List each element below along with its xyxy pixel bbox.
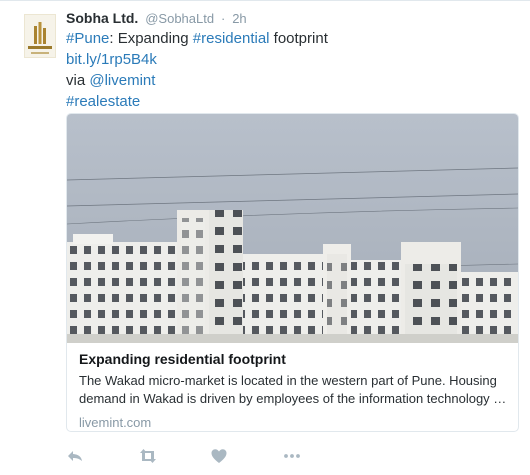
card-body: Expanding residential footprint The Waka…	[79, 350, 509, 431]
link-card[interactable]: Expanding residential footprint The Waka…	[66, 113, 519, 432]
tweet: Sobha Ltd. @SobhaLtd · 2h #Pune: Expandi…	[0, 0, 530, 475]
heart-icon	[211, 449, 227, 463]
hashtag-pune[interactable]: #Pune	[66, 30, 109, 47]
mention-livemint[interactable]: @livemint	[89, 72, 155, 89]
sobha-logo-icon	[34, 22, 46, 44]
separator: ·	[220, 11, 226, 26]
tweet-line-1: #Pune: Expanding #residential footprint	[66, 28, 328, 49]
more-button[interactable]	[282, 447, 302, 467]
text-expanding: Expanding	[113, 30, 193, 47]
retweet-icon	[140, 449, 156, 463]
text-footprint: footprint	[269, 30, 328, 47]
tweet-line-3: via @livemint	[66, 70, 328, 91]
retweet-button[interactable]	[138, 447, 158, 467]
author-name[interactable]: Sobha Ltd.	[66, 10, 138, 26]
card-title[interactable]: Expanding residential footprint	[79, 350, 509, 368]
timestamp[interactable]: 2h	[232, 11, 246, 26]
tweet-header: Sobha Ltd. @SobhaLtd · 2h	[66, 9, 247, 28]
tweet-text: #Pune: Expanding #residential footprint …	[66, 28, 328, 112]
card-description-line-1: The Wakad micro-market is located in the…	[79, 373, 497, 388]
like-button[interactable]	[210, 447, 230, 467]
text-via: via	[66, 72, 90, 89]
logo-tagline	[31, 52, 49, 54]
card-domain: livemint.com	[79, 415, 152, 430]
short-link[interactable]: bit.ly/1rp5B4k	[66, 49, 328, 70]
card-description: The Wakad micro-market is located in the…	[79, 372, 509, 408]
reply-button[interactable]	[66, 447, 86, 467]
card-image[interactable]	[67, 114, 518, 343]
hashtag-residential[interactable]: #residential	[193, 30, 270, 47]
logo-wordmark	[28, 46, 52, 49]
tweet-actions	[66, 447, 326, 467]
author-handle[interactable]: @SobhaLtd	[145, 11, 214, 26]
reply-icon	[68, 451, 82, 461]
avatar[interactable]	[24, 14, 56, 58]
hashtag-realestate[interactable]: #realestate	[66, 91, 328, 112]
more-icon	[284, 454, 300, 458]
card-description-line-2: demand in Wakad is driven by employees o…	[79, 391, 507, 406]
